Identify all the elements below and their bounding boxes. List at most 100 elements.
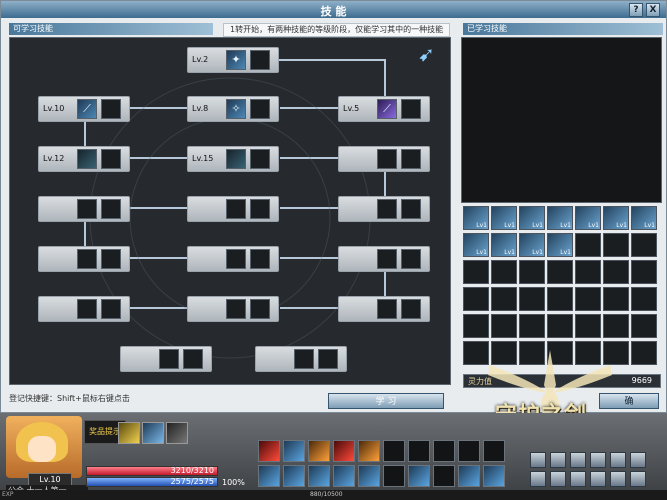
ice-shard-icon[interactable]: ✧ <box>226 99 246 119</box>
empty-slot[interactable] <box>401 299 421 319</box>
empty-slot[interactable] <box>226 299 246 319</box>
empty-skill-slot[interactable] <box>603 260 629 284</box>
empty-skill-slot[interactable] <box>519 314 545 338</box>
guild-menu-icon[interactable] <box>610 452 626 468</box>
skill-node-empty[interactable] <box>338 246 430 272</box>
skill-node-lv8[interactable]: Lv.8 ✧ <box>187 96 279 122</box>
empty-slot[interactable] <box>183 349 203 369</box>
arcane-slash-icon[interactable]: ⟋ <box>377 99 397 119</box>
quickbar-slot[interactable] <box>308 440 330 462</box>
quickbar-slot[interactable] <box>458 465 480 487</box>
character-menu-icon[interactable] <box>530 452 546 468</box>
quickbar-slot[interactable] <box>283 440 305 462</box>
skill-node-empty[interactable] <box>120 346 212 372</box>
frost-wave-icon[interactable] <box>226 149 246 169</box>
quickbar-slot[interactable] <box>283 465 305 487</box>
empty-skill-slot[interactable] <box>631 341 657 365</box>
frost-spike-icon[interactable]: ✦ <box>226 50 246 70</box>
skill-node-lv10[interactable]: Lv.10 ⟋ <box>38 96 130 122</box>
skill-node-empty[interactable] <box>187 246 279 272</box>
empty-skill-slot[interactable] <box>631 314 657 338</box>
quickbar-slot[interactable] <box>433 440 455 462</box>
empty-slot[interactable] <box>101 199 121 219</box>
empty-skill-slot[interactable] <box>575 314 601 338</box>
empty-slot[interactable] <box>77 249 97 269</box>
quickbar-slot[interactable] <box>258 465 280 487</box>
learned-skill-slot[interactable]: Lv1 <box>463 206 489 230</box>
inventory-menu-icon[interactable] <box>550 452 566 468</box>
empty-skill-slot[interactable] <box>575 260 601 284</box>
empty-skill-slot[interactable] <box>463 260 489 284</box>
empty-slot[interactable] <box>250 299 270 319</box>
empty-skill-slot[interactable] <box>463 287 489 311</box>
empty-skill-slot[interactable] <box>491 287 517 311</box>
empty-slot[interactable] <box>318 349 338 369</box>
empty-skill-slot[interactable] <box>575 287 601 311</box>
quest-menu-icon[interactable] <box>590 452 606 468</box>
empty-slot[interactable] <box>101 249 121 269</box>
empty-skill-slot[interactable] <box>519 260 545 284</box>
skill-node-lv5[interactable]: Lv.5 ⟋ <box>338 96 430 122</box>
empty-skill-slot[interactable] <box>547 287 573 311</box>
system-menu-icon[interactable] <box>630 471 646 487</box>
empty-slot[interactable] <box>377 299 397 319</box>
empty-slot[interactable] <box>77 199 97 219</box>
learned-skill-slot[interactable]: Lv1 <box>575 206 601 230</box>
skill-node-empty[interactable] <box>187 296 279 322</box>
ice-blade-icon[interactable]: ⟋ <box>77 99 97 119</box>
skill-node-empty[interactable] <box>338 296 430 322</box>
skill-node-empty[interactable] <box>255 346 347 372</box>
skill-node-lv2[interactable]: Lv.2 ✦ <box>187 47 279 73</box>
quickbar-slot[interactable] <box>458 440 480 462</box>
quickbar-slot[interactable] <box>408 440 430 462</box>
empty-slot[interactable] <box>250 149 270 169</box>
map-menu-icon[interactable] <box>590 471 606 487</box>
learn-button[interactable]: 学 习 <box>328 393 444 409</box>
empty-skill-slot[interactable] <box>603 233 629 257</box>
skill-node-empty[interactable] <box>38 296 130 322</box>
skill-menu-icon[interactable] <box>570 452 586 468</box>
party-menu-icon[interactable] <box>610 471 626 487</box>
skill-node-lv15[interactable]: Lv.15 <box>187 146 279 172</box>
empty-slot[interactable] <box>294 349 314 369</box>
empty-slot[interactable] <box>159 349 179 369</box>
empty-slot[interactable] <box>401 249 421 269</box>
empty-skill-slot[interactable] <box>603 287 629 311</box>
quickbar-slot[interactable] <box>258 440 280 462</box>
empty-slot[interactable] <box>101 299 121 319</box>
learned-skill-slot[interactable]: Lv1 <box>491 233 517 257</box>
quickbar-slot[interactable] <box>333 440 355 462</box>
quickbar-slot[interactable] <box>383 465 405 487</box>
empty-skill-slot[interactable] <box>463 314 489 338</box>
learned-skill-slot[interactable]: Lv1 <box>519 206 545 230</box>
shadow-strike-icon[interactable] <box>77 149 97 169</box>
key-icon[interactable] <box>118 422 140 444</box>
skill-node-empty[interactable] <box>187 196 279 222</box>
quickbar-slot[interactable] <box>358 465 380 487</box>
empty-skill-slot[interactable] <box>631 260 657 284</box>
mail-menu-icon[interactable] <box>550 471 566 487</box>
close-button[interactable]: X <box>646 3 660 17</box>
empty-slot[interactable] <box>377 249 397 269</box>
empty-slot[interactable] <box>101 99 121 119</box>
empty-slot[interactable] <box>77 299 97 319</box>
empty-skill-slot[interactable] <box>631 287 657 311</box>
empty-skill-slot[interactable] <box>575 233 601 257</box>
quickbar-slot[interactable] <box>483 465 505 487</box>
empty-slot[interactable] <box>401 149 421 169</box>
learned-skill-slot[interactable]: Lv1 <box>631 206 657 230</box>
empty-slot[interactable] <box>250 50 270 70</box>
skill-node-empty[interactable] <box>38 246 130 272</box>
crystal-icon[interactable] <box>142 422 164 444</box>
learned-skill-slot[interactable]: Lv1 <box>603 206 629 230</box>
quickbar-slot[interactable] <box>308 465 330 487</box>
learned-skill-slot[interactable]: Lv1 <box>519 233 545 257</box>
gear-icon[interactable] <box>166 422 188 444</box>
skill-node-empty[interactable] <box>338 146 430 172</box>
title-bar[interactable]: 技 能 ? X <box>1 1 666 18</box>
empty-slot[interactable] <box>377 149 397 169</box>
skill-node-lv12[interactable]: Lv.12 <box>38 146 130 172</box>
quickbar-slot[interactable] <box>358 440 380 462</box>
empty-skill-slot[interactable] <box>603 314 629 338</box>
empty-slot[interactable] <box>226 199 246 219</box>
